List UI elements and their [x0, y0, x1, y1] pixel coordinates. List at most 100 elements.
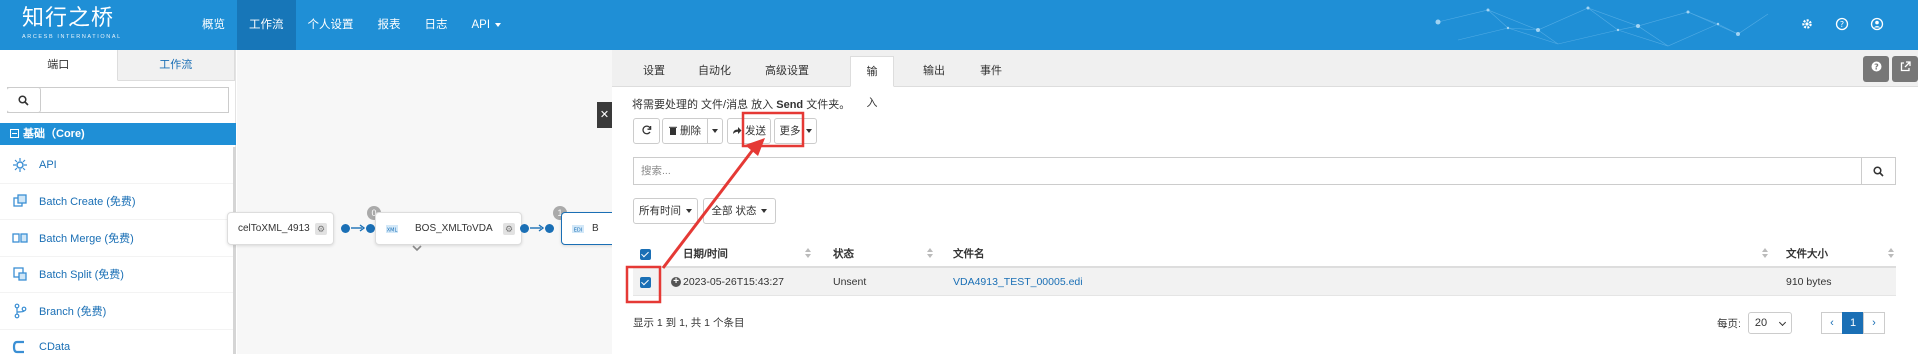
- nav-item-overview[interactable]: 概览: [190, 0, 237, 50]
- tab-input[interactable]: 输入: [850, 56, 894, 109]
- send-button[interactable]: 发送: [727, 118, 771, 144]
- connector-panel: 端口 工作流 搜索 基础（Core) API Batch Create (免费)…: [0, 50, 236, 354]
- scrollbar[interactable]: [233, 147, 236, 354]
- batch-merge-icon: [12, 233, 28, 243]
- table-row[interactable]: + 2023-05-26T15:43:27 Unsent VDA4913_TES…: [633, 268, 1896, 296]
- connector-list: API Batch Create (免费) Batch Merge (免费) B…: [0, 147, 233, 354]
- connection-arrow-icon: [530, 224, 544, 232]
- tab-events[interactable]: 事件: [969, 56, 1013, 87]
- edi-connector-icon: EDI: [572, 225, 584, 233]
- page-size-select[interactable]: 20: [1747, 312, 1792, 334]
- page-size-control: 每页: 20: [1717, 312, 1792, 334]
- nav-item-reports[interactable]: 报表: [366, 0, 413, 50]
- tab-workflows[interactable]: 工作流: [117, 50, 235, 80]
- top-icon-group: ?: [1800, 17, 1884, 31]
- svg-text:EDI: EDI: [574, 228, 582, 234]
- page-1-button[interactable]: 1: [1842, 312, 1864, 334]
- output-port-icon: [341, 224, 350, 233]
- port-detail-panel: 设置 自动化 高级设置 输入 输出 事件 ? 将需要处理的 文件/消息 放入 S…: [612, 50, 1918, 354]
- connector-label: Batch Split (免费): [39, 269, 124, 282]
- branch-icon: [14, 303, 27, 319]
- prev-page-button[interactable]: ‹: [1821, 312, 1843, 334]
- delete-label: 删除: [679, 125, 701, 137]
- connector-label: API: [39, 158, 57, 171]
- column-header-filesize[interactable]: 文件大小: [1786, 240, 1828, 268]
- tab-advanced[interactable]: 高级设置: [754, 56, 820, 87]
- workflow-node[interactable]: celToXML_4913 ⚙: [227, 212, 334, 245]
- nav-label: 工作流: [249, 19, 284, 31]
- search-icon: [18, 94, 29, 106]
- connector-label: Batch Merge (免费): [39, 232, 134, 245]
- hint-text: 将需要处理的 文件/消息 放入: [632, 99, 774, 111]
- input-port-icon: [366, 224, 375, 233]
- close-icon: ✕: [599, 109, 610, 121]
- refresh-button[interactable]: [633, 118, 660, 144]
- user-icon[interactable]: [1870, 17, 1884, 31]
- row-checkbox[interactable]: [640, 277, 651, 288]
- port-tabs: 设置 自动化 高级设置 输入 输出 事件 ?: [612, 50, 1918, 109]
- gear-icon[interactable]: ⚙: [503, 223, 515, 235]
- nav-label: 报表: [377, 19, 401, 31]
- tab-ports[interactable]: 端口: [0, 50, 118, 81]
- connector-item[interactable]: Batch Merge (免费): [0, 220, 233, 257]
- time-filter-dropdown[interactable]: 所有时间: [633, 198, 698, 224]
- logo-subtitle: ARCESB INTERNATIONAL: [22, 34, 122, 40]
- hint-folder: Send: [776, 99, 804, 111]
- top-nav-bar: 知行之桥 ARCESB INTERNATIONAL 概览 工作流 个人设置 报表…: [0, 0, 1918, 50]
- nav-item-profile[interactable]: 个人设置: [296, 0, 366, 50]
- connector-item[interactable]: Batch Split (免费): [0, 257, 233, 293]
- nav-item-workflow[interactable]: 工作流: [237, 0, 296, 50]
- table-info: 显示 1 到 1, 共 1 个条目: [633, 317, 745, 329]
- delete-button[interactable]: 删除: [662, 118, 708, 144]
- main-nav: 概览 工作流 个人设置 报表 日志 API: [190, 0, 513, 50]
- column-header-datetime[interactable]: 日期/时间: [683, 240, 728, 268]
- search-input[interactable]: 搜索...: [633, 157, 1862, 185]
- select-all-checkbox[interactable]: [640, 249, 651, 260]
- popout-button[interactable]: [1892, 56, 1918, 82]
- row-datetime: 2023-05-26T15:43:27: [683, 276, 784, 288]
- row-filesize: 910 bytes: [1786, 276, 1832, 288]
- delete-dropdown-toggle[interactable]: [707, 118, 723, 144]
- help-icon[interactable]: ?: [1835, 17, 1849, 31]
- search-button[interactable]: [1862, 157, 1896, 185]
- more-button[interactable]: 更多: [774, 118, 817, 144]
- network-pattern-decoration: [1435, 6, 1769, 47]
- nav-label: 个人设置: [307, 19, 354, 31]
- connector-item[interactable]: CData: [0, 330, 233, 354]
- nav-item-logs[interactable]: 日志: [413, 0, 460, 50]
- nav-item-api[interactable]: API: [460, 0, 514, 50]
- column-header-filename[interactable]: 文件名: [953, 240, 985, 268]
- collapse-icon: [10, 129, 19, 138]
- node-label: BOS_XMLToVDA: [415, 223, 493, 234]
- chevron-down-icon[interactable]: [412, 245, 422, 253]
- api-icon: [13, 157, 27, 172]
- category-label: 基础（Core): [23, 128, 85, 140]
- status-filter-dropdown[interactable]: 全部 状态: [703, 198, 776, 224]
- workflow-canvas[interactable]: celToXML_4913 ⚙ 0 XML BOS_XMLToVDA ⚙ 1 E…: [227, 50, 621, 354]
- connector-item[interactable]: Branch (免费): [0, 293, 233, 330]
- connector-search: 搜索: [7, 87, 229, 113]
- expand-row-icon[interactable]: +: [671, 277, 681, 287]
- workflow-node[interactable]: XML BOS_XMLToVDA ⚙: [375, 212, 522, 245]
- svg-text:?: ?: [1840, 20, 1844, 29]
- app-logo[interactable]: 知行之桥 ARCESB INTERNATIONAL: [22, 6, 122, 40]
- connection-arrow-icon: [351, 224, 365, 232]
- close-panel-button[interactable]: ✕: [597, 102, 612, 128]
- column-header-status[interactable]: 状态: [833, 240, 854, 268]
- category-header-core[interactable]: 基础（Core): [0, 123, 236, 145]
- tab-settings[interactable]: 设置: [632, 56, 676, 87]
- connector-item[interactable]: Batch Create (免费): [0, 184, 233, 220]
- nav-label: API: [471, 19, 491, 31]
- row-filename-link[interactable]: VDA4913_TEST_00005.edi: [953, 268, 1083, 296]
- next-page-button[interactable]: ›: [1863, 312, 1885, 334]
- connector-label: Branch (免费): [39, 305, 107, 318]
- tab-automation[interactable]: 自动化: [687, 56, 742, 87]
- left-tabs: 端口 工作流: [0, 50, 235, 81]
- tab-output[interactable]: 输出: [912, 56, 956, 87]
- search-button[interactable]: [7, 87, 41, 113]
- gear-icon[interactable]: ⚙: [315, 223, 327, 235]
- time-filter-label: 所有时间: [639, 205, 681, 217]
- connector-item[interactable]: API: [0, 147, 233, 184]
- gear-icon[interactable]: [1800, 17, 1814, 31]
- help-button[interactable]: ?: [1863, 56, 1889, 82]
